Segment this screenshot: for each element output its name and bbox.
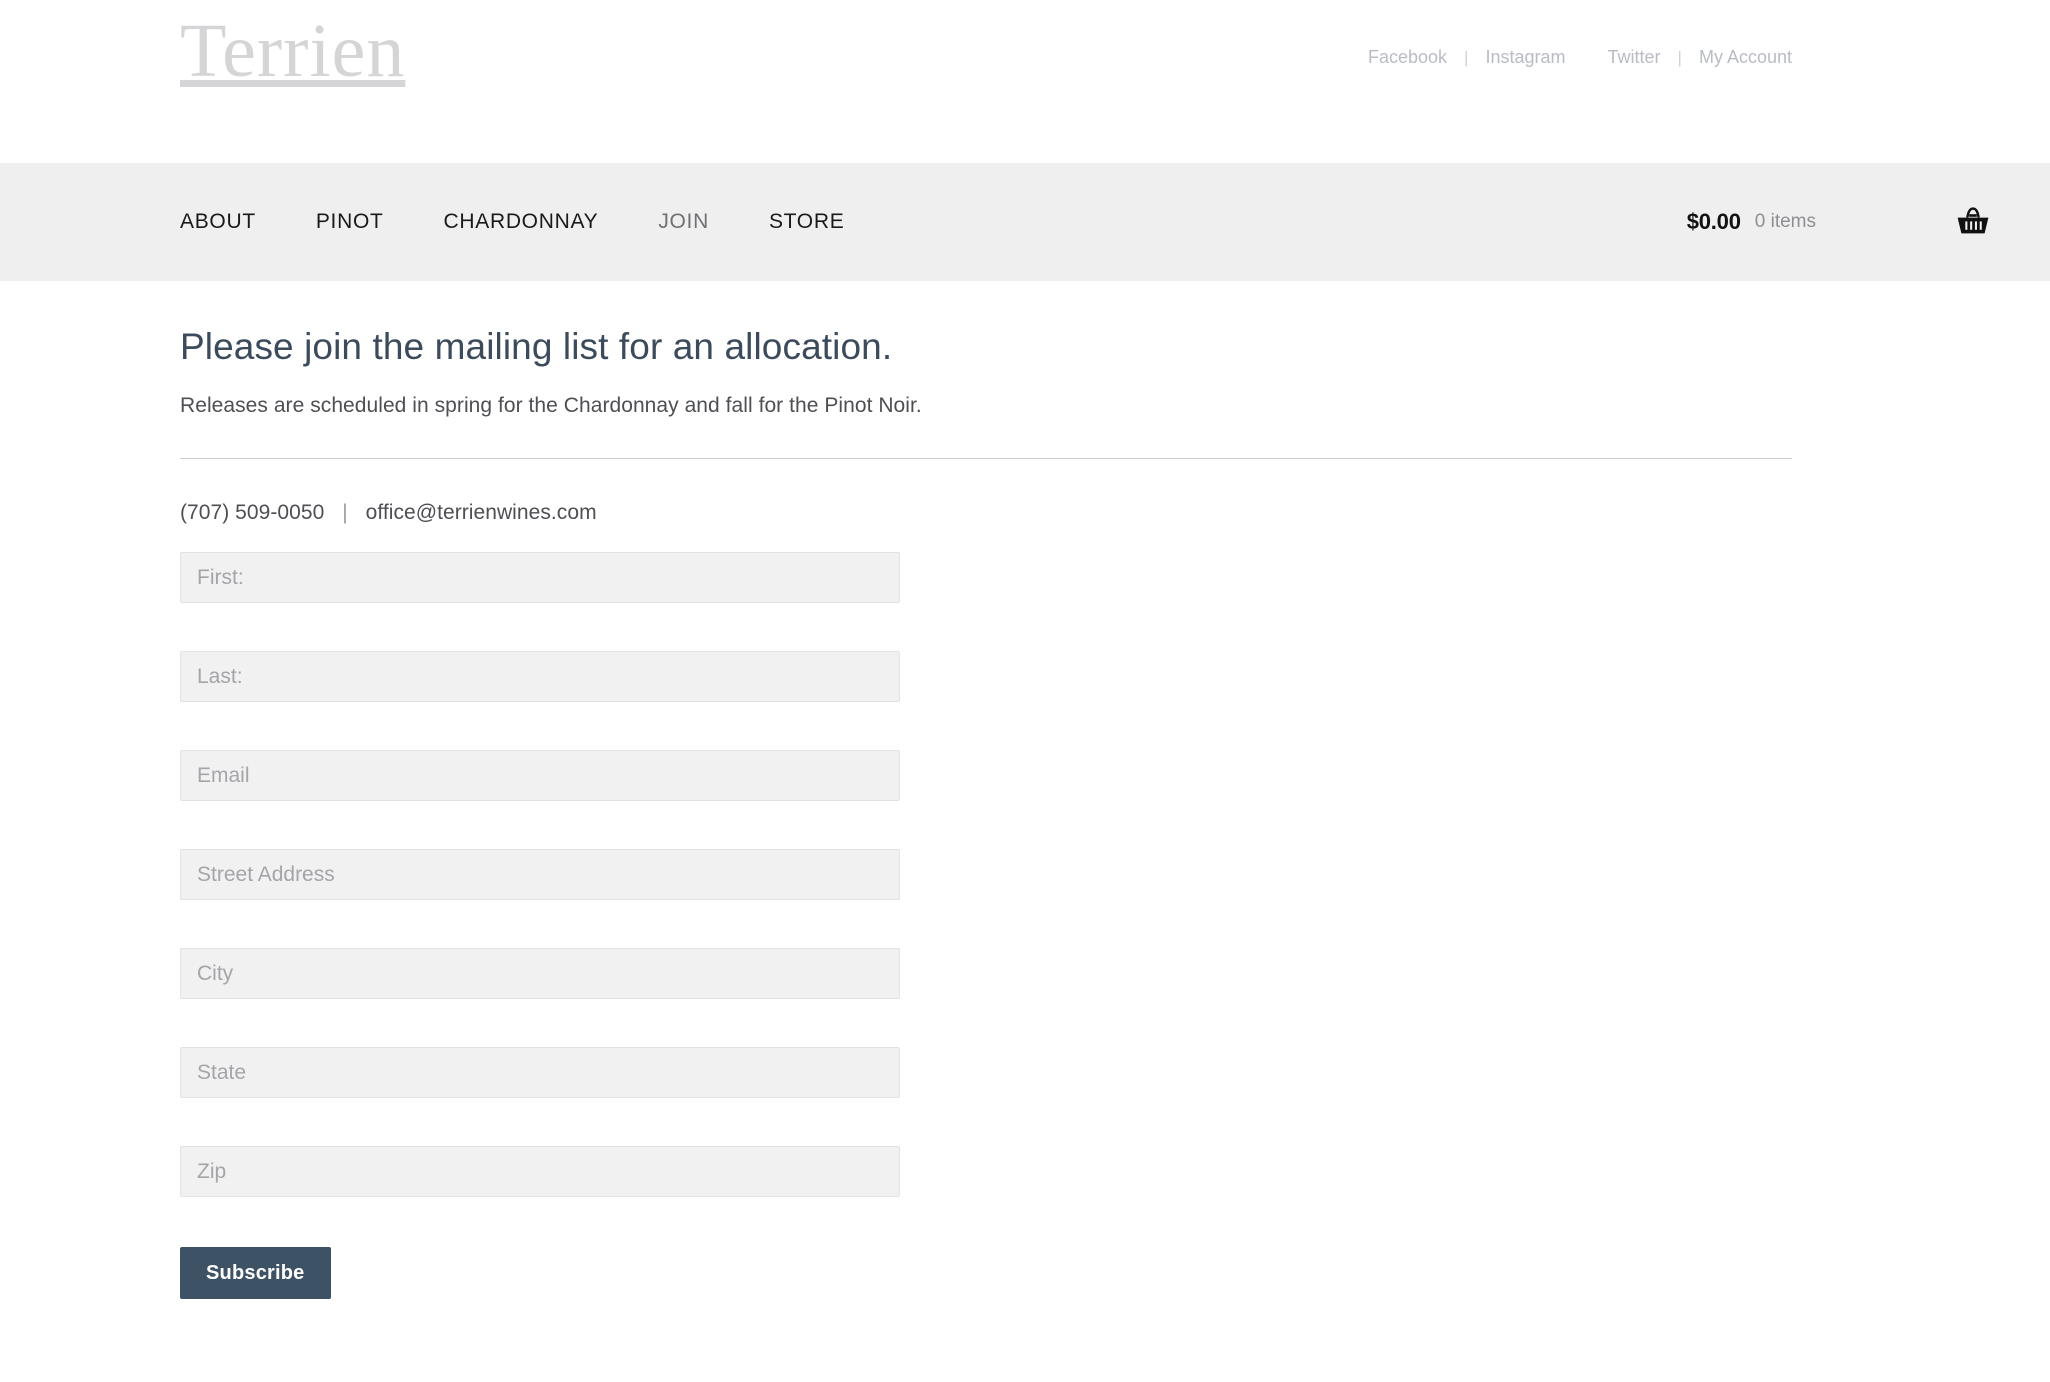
main-nav-links: ABOUT PINOT CHARDONNAY JOIN STORE: [180, 163, 904, 281]
site-logo[interactable]: Terrien: [180, 8, 405, 95]
page-subtitle: Releases are scheduled in spring for the…: [180, 394, 922, 417]
site-header: Terrien Facebook | Instagram Twitter | M…: [0, 0, 2050, 163]
subscribe-button[interactable]: Subscribe: [180, 1247, 331, 1299]
contact-line: (707) 509-0050 | office@terrienwines.com: [180, 459, 1792, 525]
email-input[interactable]: [180, 750, 900, 801]
page-content: Please join the mailing list for an allo…: [0, 281, 2050, 1299]
cart-button[interactable]: [1956, 163, 1990, 281]
state-input[interactable]: [180, 1047, 900, 1098]
nav-item-join[interactable]: JOIN: [658, 210, 709, 234]
city-input[interactable]: [180, 948, 900, 999]
utility-nav: Facebook | Instagram Twitter | My Accoun…: [1368, 47, 1792, 68]
utility-nav-separator: |: [1464, 47, 1469, 67]
contact-separator: |: [342, 501, 348, 524]
cart-item-count: 0 items: [1754, 211, 1816, 232]
zip-input[interactable]: [180, 1146, 900, 1197]
nav-item-chardonnay[interactable]: CHARDONNAY: [444, 210, 599, 234]
mailing-list-form: Subscribe: [180, 525, 1792, 1299]
content-container: Please join the mailing list for an allo…: [180, 281, 1792, 1299]
contact-phone[interactable]: (707) 509-0050: [180, 501, 324, 524]
cart-summary[interactable]: $0.00 0 items: [1687, 163, 1816, 281]
street-address-input[interactable]: [180, 849, 900, 900]
page-title: Please join the mailing list for an allo…: [180, 326, 893, 367]
nav-item-pinot[interactable]: PINOT: [316, 210, 384, 234]
utility-link-my-account[interactable]: My Account: [1699, 47, 1792, 68]
contact-email[interactable]: office@terrienwines.com: [366, 501, 597, 524]
nav-item-about[interactable]: ABOUT: [180, 210, 256, 234]
main-nav: ABOUT PINOT CHARDONNAY JOIN STORE $0.00 …: [0, 163, 2050, 281]
shopping-basket-icon: [1956, 206, 1990, 238]
first-name-input[interactable]: [180, 552, 900, 603]
utility-link-twitter[interactable]: Twitter: [1608, 47, 1661, 68]
nav-item-store[interactable]: STORE: [769, 210, 844, 234]
last-name-input[interactable]: [180, 651, 900, 702]
utility-link-facebook[interactable]: Facebook: [1368, 47, 1447, 68]
utility-nav-separator: |: [1677, 47, 1682, 67]
cart-total: $0.00: [1686, 209, 1741, 234]
utility-link-instagram[interactable]: Instagram: [1485, 47, 1565, 68]
